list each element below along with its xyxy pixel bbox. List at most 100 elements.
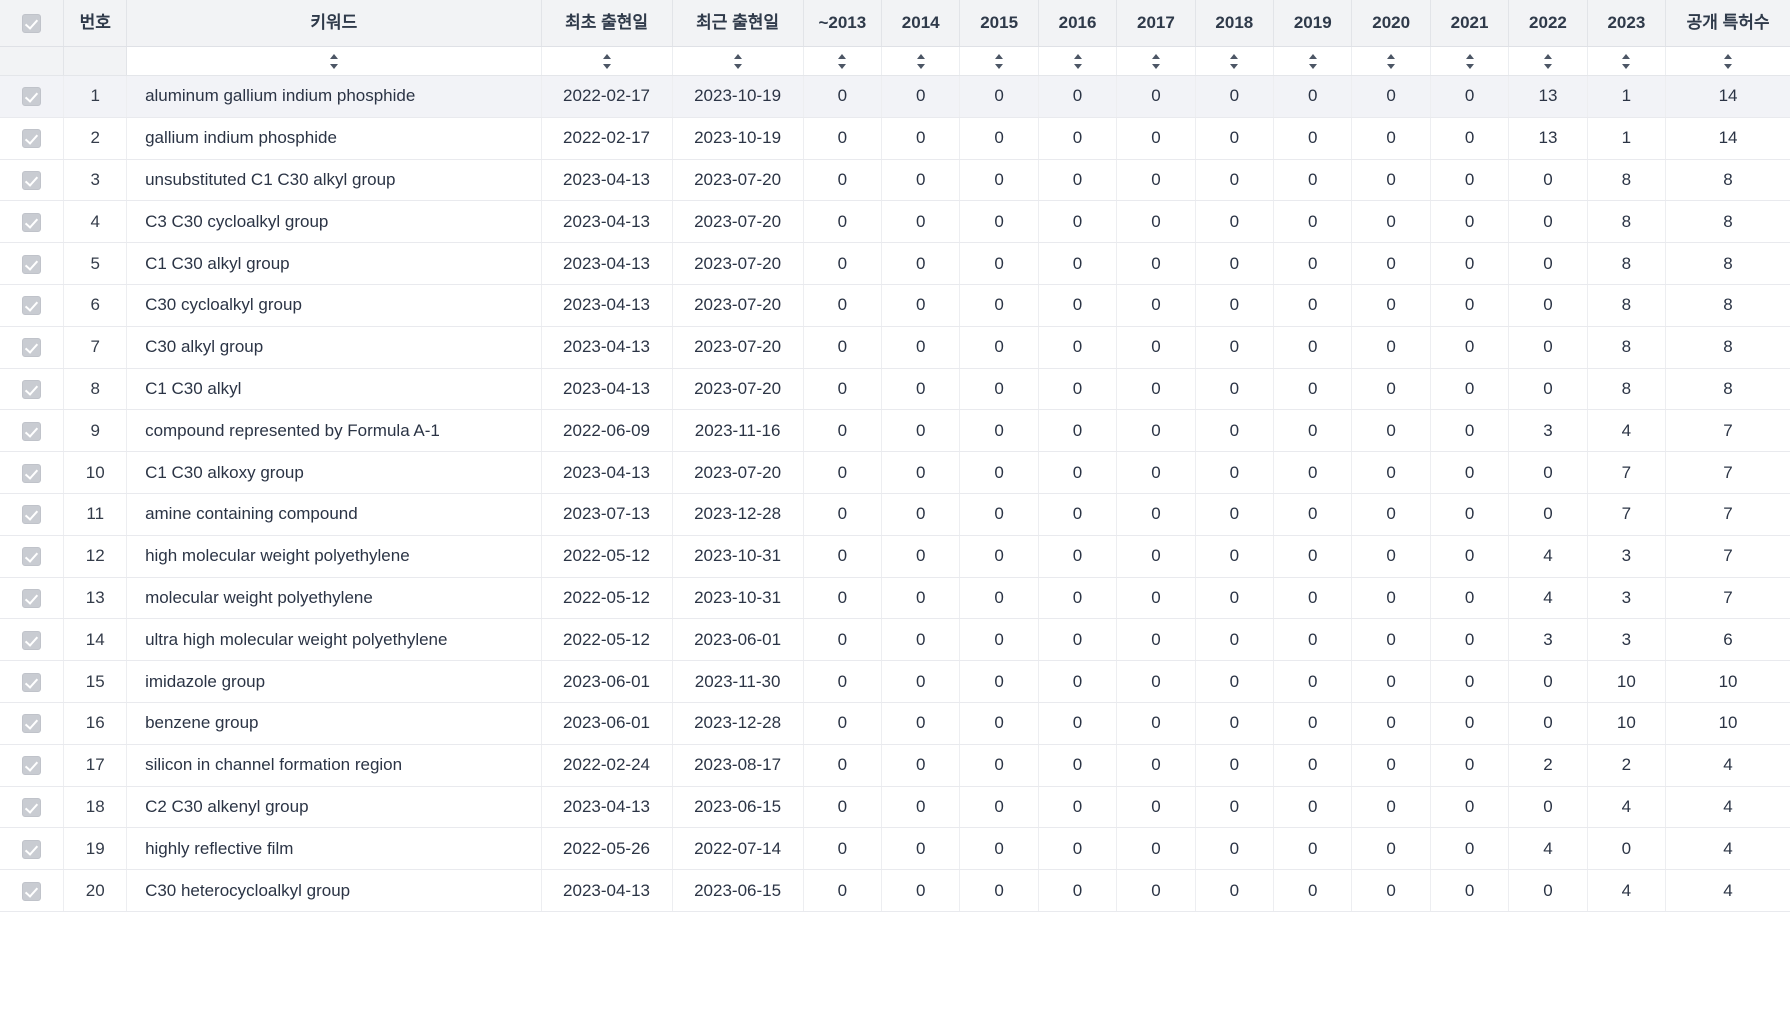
column-header-year-8[interactable]: 2021 (1430, 0, 1510, 47)
table-row[interactable]: 11 amine containing compound 2023-07-13 202… (0, 493, 1790, 536)
table-row[interactable]: 13 molecular weight polyethylene 2022-05-1… (0, 577, 1790, 620)
table-row[interactable]: 12 high molecular weight polyethylene 2022… (0, 535, 1790, 578)
row-select-cell[interactable] (0, 242, 65, 285)
checkbox-checked-disabled-icon[interactable] (22, 630, 42, 650)
table-row[interactable]: 1 aluminum gallium indium phosphide 2022-0… (0, 75, 1790, 118)
table-row[interactable]: 7 C30 alkyl group 2023-04-13 2023-07-20 0 0 0 0… (0, 326, 1790, 369)
row-select-cell[interactable] (0, 702, 65, 745)
column-header-year-6[interactable]: 2019 (1273, 0, 1353, 47)
table-row[interactable]: 9 compound represented by Formula A-1 2022… (0, 409, 1790, 453)
column-header-year-3[interactable]: 2016 (1038, 0, 1118, 47)
checkbox-checked-disabled-icon[interactable] (22, 547, 42, 567)
table-row[interactable]: 2 gallium indium phosphide 2022-02-17 2023-… (0, 117, 1790, 160)
checkbox-checked-disabled-icon[interactable] (22, 463, 42, 483)
select-all-header[interactable] (0, 0, 65, 47)
row-select-cell[interactable] (0, 200, 65, 244)
row-select-cell[interactable] (0, 618, 65, 662)
sort-control-year-1[interactable] (881, 46, 961, 76)
table-row[interactable]: 18 C2 C30 alkenyl group 2023-04-13 2023-06-… (0, 786, 1790, 829)
checkbox-checked-disabled-icon[interactable] (22, 714, 42, 734)
sort-updown-icon[interactable] (1307, 53, 1319, 70)
sort-updown-icon[interactable] (1542, 53, 1554, 70)
row-select-cell[interactable] (0, 326, 65, 369)
row-select-cell[interactable] (0, 75, 65, 118)
column-header-year-2[interactable]: 2015 (959, 0, 1039, 47)
column-header-year-9[interactable]: 2022 (1508, 0, 1588, 47)
row-select-cell[interactable] (0, 409, 65, 453)
row-select-cell[interactable] (0, 284, 65, 327)
checkbox-checked-disabled-icon[interactable] (22, 839, 42, 859)
checkbox-checked-disabled-icon[interactable] (22, 338, 42, 358)
column-header-year-4[interactable]: 2017 (1116, 0, 1196, 47)
sort-updown-icon[interactable] (1620, 53, 1632, 70)
checkbox-checked-disabled-icon[interactable] (22, 129, 42, 149)
table-row[interactable]: 6 C30 cycloalkyl group 2023-04-13 2023-07-2… (0, 284, 1790, 327)
table-row[interactable]: 5 C1 C30 alkyl group 2023-04-13 2023-07-20 0… (0, 242, 1790, 285)
sort-control-year-7[interactable] (1351, 46, 1431, 76)
sort-control-first-date[interactable] (541, 46, 673, 76)
row-select-cell[interactable] (0, 535, 65, 578)
sort-updown-icon[interactable] (1722, 53, 1734, 70)
row-select-cell[interactable] (0, 368, 65, 411)
sort-control-year-5[interactable] (1195, 46, 1275, 76)
sort-control-year-8[interactable] (1430, 46, 1510, 76)
checkbox-checked-disabled-icon[interactable] (22, 756, 42, 776)
sort-control-year-9[interactable] (1508, 46, 1588, 76)
table-row[interactable]: 3 unsubstituted C1 C30 alkyl group 2023-04… (0, 159, 1790, 202)
checkbox-checked-disabled-icon[interactable] (22, 14, 42, 34)
sort-control-year-10[interactable] (1587, 46, 1667, 76)
sort-updown-icon[interactable] (1150, 53, 1162, 70)
checkbox-checked-disabled-icon[interactable] (22, 881, 42, 901)
table-row[interactable]: 4 C3 C30 cycloalkyl group 2023-04-13 2023-0… (0, 200, 1790, 244)
sort-control-year-4[interactable] (1116, 46, 1196, 76)
checkbox-checked-disabled-icon[interactable] (22, 421, 42, 441)
table-row[interactable]: 10 C1 C30 alkoxy group 2023-04-13 2023-07-2… (0, 451, 1790, 494)
row-select-cell[interactable] (0, 117, 65, 160)
checkbox-checked-disabled-icon[interactable] (22, 797, 42, 817)
sort-updown-icon[interactable] (1385, 53, 1397, 70)
sort-control-keyword[interactable] (126, 46, 542, 76)
sort-control-last-date[interactable] (672, 46, 804, 76)
table-row[interactable]: 20 C30 heterocycloalkyl group 2023-04-13 20… (0, 869, 1790, 912)
table-row[interactable]: 17 silicon in channel formation region 202… (0, 744, 1790, 787)
sort-updown-icon[interactable] (601, 53, 613, 70)
row-select-cell[interactable] (0, 577, 65, 620)
sort-updown-icon[interactable] (1228, 53, 1240, 70)
sort-control-year-0[interactable] (803, 46, 883, 76)
sort-control-total[interactable] (1665, 46, 1790, 76)
column-header-first-date[interactable]: 최초 출현일 (541, 0, 673, 47)
column-header-no[interactable]: 번호 (63, 0, 128, 47)
checkbox-checked-disabled-icon[interactable] (22, 254, 42, 274)
sort-updown-icon[interactable] (836, 53, 848, 70)
column-header-year-1[interactable]: 2014 (881, 0, 961, 47)
sort-updown-icon[interactable] (915, 53, 927, 70)
checkbox-checked-disabled-icon[interactable] (22, 379, 42, 399)
checkbox-checked-disabled-icon[interactable] (22, 505, 42, 525)
table-row[interactable]: 16 benzene group 2023-06-01 2023-12-28 0 0 0 0 0… (0, 702, 1790, 745)
sort-control-year-6[interactable] (1273, 46, 1353, 76)
checkbox-checked-disabled-icon[interactable] (22, 296, 42, 316)
row-select-cell[interactable] (0, 451, 65, 494)
table-row[interactable]: 8 C1 C30 alkyl 2023-04-13 2023-07-20 0 0 0 0 0 0 0… (0, 368, 1790, 411)
sort-updown-icon[interactable] (1072, 53, 1084, 70)
row-select-cell[interactable] (0, 786, 65, 829)
column-header-last-date[interactable]: 최근 출현일 (672, 0, 804, 47)
sort-updown-icon[interactable] (732, 53, 744, 70)
column-header-keyword[interactable]: 키워드 (126, 0, 542, 47)
column-header-year-7[interactable]: 2020 (1351, 0, 1431, 47)
row-select-cell[interactable] (0, 159, 65, 202)
column-header-year-5[interactable]: 2018 (1195, 0, 1275, 47)
table-row[interactable]: 19 highly reflective film 2022-05-26 2022-0… (0, 827, 1790, 871)
sort-control-year-3[interactable] (1038, 46, 1118, 76)
sort-updown-icon[interactable] (328, 53, 340, 70)
checkbox-checked-disabled-icon[interactable] (22, 87, 42, 107)
column-header-year-10[interactable]: 2023 (1587, 0, 1667, 47)
row-select-cell[interactable] (0, 493, 65, 536)
table-row[interactable]: 14 ultra high molecular weight polyethyle… (0, 618, 1790, 662)
checkbox-checked-disabled-icon[interactable] (22, 171, 42, 190)
sort-updown-icon[interactable] (993, 53, 1005, 70)
row-select-cell[interactable] (0, 869, 65, 912)
row-select-cell[interactable] (0, 660, 65, 703)
sort-control-year-2[interactable] (959, 46, 1039, 76)
column-header-total[interactable]: 공개 특허수 (1665, 0, 1790, 47)
